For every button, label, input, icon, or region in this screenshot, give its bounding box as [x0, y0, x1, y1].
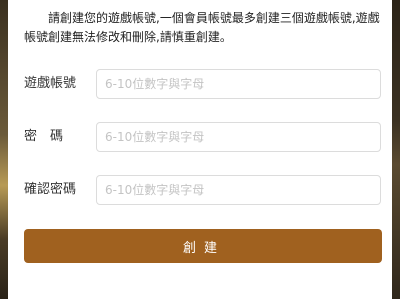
password-input[interactable] — [96, 122, 381, 152]
confirm-password-input[interactable] — [96, 175, 381, 205]
create-game-account-dialog: 請創建您的遊戲帳號,一個會員帳號最多創建三個遊戲帳號,遊戲帳號創建無法修改和刪除… — [8, 0, 392, 299]
notice-text: 請創建您的遊戲帳號,一個會員帳號最多創建三個遊戲帳號,遊戲帳號創建無法修改和刪除… — [24, 11, 380, 44]
create-button[interactable]: 創建 — [24, 229, 382, 263]
confirm-password-label: 確認密碼 — [24, 182, 77, 197]
confirm-password-row: 確認密碼 — [24, 175, 382, 207]
background-left-edge — [0, 0, 8, 299]
password-row: 密 碼 — [24, 122, 382, 154]
game-account-label: 遊戲帳號 — [24, 76, 77, 91]
background-right-edge — [392, 0, 400, 299]
game-account-input[interactable] — [96, 69, 381, 99]
password-label: 密 碼 — [24, 129, 64, 144]
game-account-row: 遊戲帳號 — [24, 69, 382, 101]
